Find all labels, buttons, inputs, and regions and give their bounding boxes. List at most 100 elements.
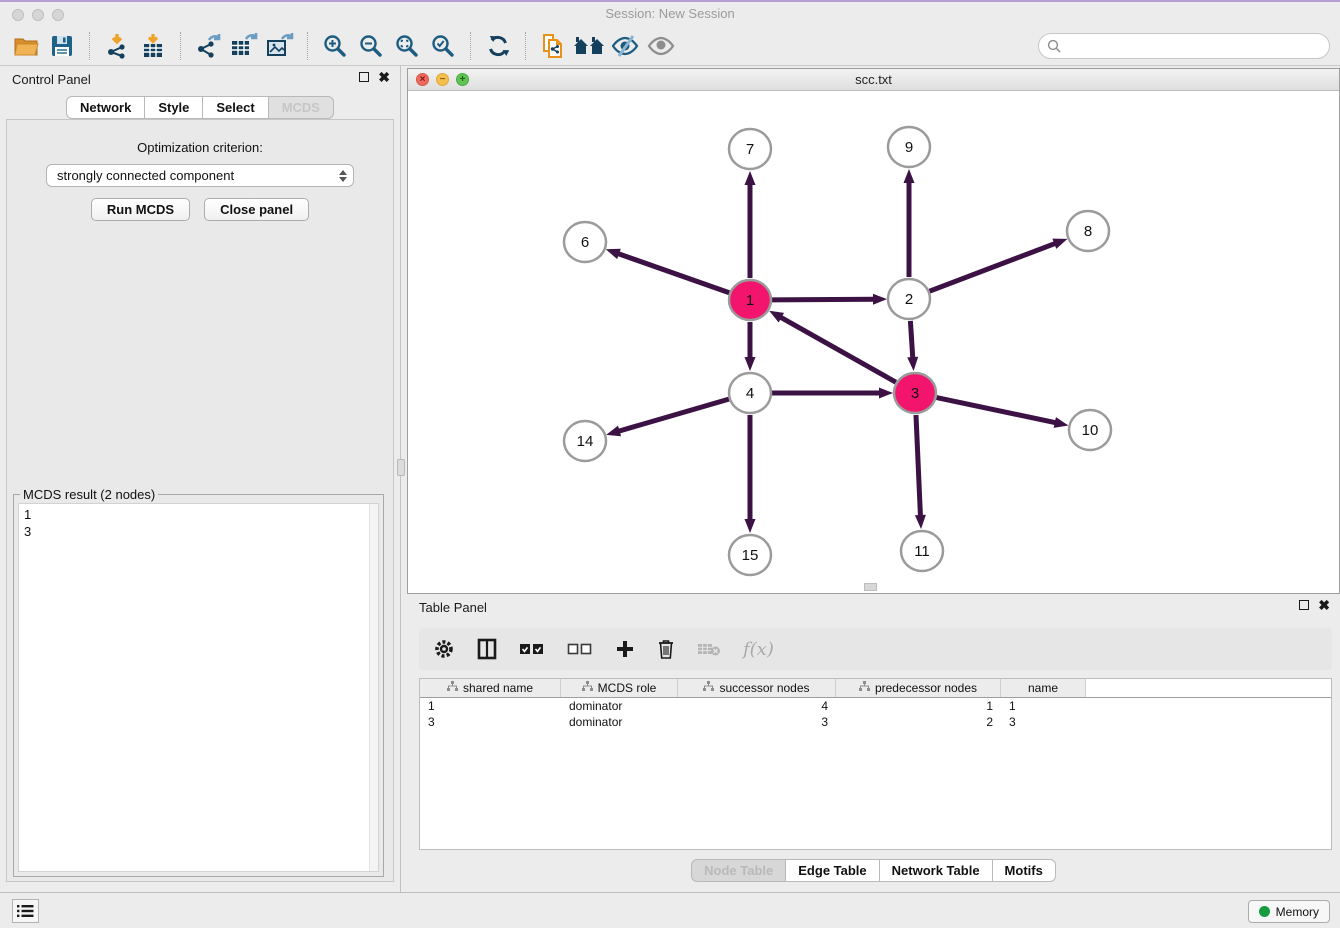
graph-node-label: 11 (914, 543, 930, 560)
save-icon[interactable] (44, 31, 80, 61)
network-window-titlebar[interactable]: × − + scc.txt (408, 69, 1339, 91)
network-resize-grip[interactable] (864, 583, 877, 591)
edge-3-11[interactable] (916, 415, 921, 517)
graph-node-label: 8 (1084, 223, 1092, 240)
mcds-result-text: 1 3 (19, 504, 378, 542)
edge-2-8[interactable] (930, 243, 1057, 291)
export-table-icon[interactable] (226, 31, 262, 61)
edge-3-10[interactable] (937, 398, 1057, 423)
toolbar-separator (89, 32, 90, 60)
edge-1-2[interactable] (772, 299, 875, 300)
tab-network[interactable]: Network (66, 96, 145, 119)
table-cell[interactable]: 3 (1001, 714, 1086, 730)
export-network-icon[interactable] (190, 31, 226, 61)
column-header-name[interactable]: name (1001, 679, 1086, 697)
toolbar-separator (180, 32, 181, 60)
table-cell[interactable]: 2 (836, 714, 1001, 730)
graph-node-label: 2 (905, 291, 913, 308)
function-builder-icon[interactable]: f(x) (743, 634, 774, 664)
table-row[interactable]: 3dominator323 (420, 714, 1331, 730)
table-cell[interactable]: dominator (561, 714, 678, 730)
toolbar-separator (470, 32, 471, 60)
edge-3-1[interactable] (780, 317, 896, 383)
network-close-icon[interactable]: × (416, 73, 429, 86)
open-folder-icon[interactable] (8, 31, 44, 61)
home-view-icon[interactable] (571, 31, 607, 61)
task-history-button[interactable] (12, 899, 39, 923)
network-maximize-icon[interactable]: + (456, 73, 469, 86)
graph-node-label: 14 (577, 433, 594, 450)
table-cell[interactable]: 1 (420, 698, 561, 714)
table-settings-gear-icon[interactable] (433, 634, 455, 664)
zoom-in-icon[interactable] (317, 31, 353, 61)
maximize-window-icon[interactable] (52, 9, 64, 21)
edge-1-6[interactable] (617, 253, 729, 292)
optimization-criterion-label: Optimization criterion: (7, 140, 393, 155)
edge-4-14[interactable] (618, 399, 729, 431)
edge-arrowhead (606, 426, 621, 437)
edge-arrowhead (904, 169, 915, 183)
control-panel: Control Panel ✖ NetworkStyleSelectMCDS O… (0, 66, 401, 892)
export-image-icon[interactable] (262, 31, 298, 61)
network-minimize-icon[interactable]: − (436, 73, 449, 86)
panel-splitter-grip[interactable] (397, 459, 405, 476)
tab-mcds[interactable]: MCDS (269, 96, 334, 119)
tab-style[interactable]: Style (145, 96, 203, 119)
refresh-icon[interactable] (480, 31, 516, 61)
table-cell[interactable]: dominator (561, 698, 678, 714)
search-input[interactable] (1062, 38, 1321, 55)
column-header-predecessor-nodes[interactable]: predecessor nodes (836, 679, 1001, 697)
edge-2-3[interactable] (910, 321, 912, 359)
mcds-tab-content: Optimization criterion: strongly connect… (6, 119, 394, 882)
deselect-all-icon[interactable] (567, 634, 593, 664)
close-table-panel-icon[interactable]: ✖ (1318, 600, 1330, 610)
close-panel-icon[interactable]: ✖ (378, 72, 390, 82)
graph-node-label: 7 (746, 141, 754, 158)
column-header-MCDS-role[interactable]: MCDS role (561, 679, 678, 697)
graph-node-label: 9 (905, 139, 913, 156)
column-header-shared-name[interactable]: shared name (420, 679, 561, 697)
import-table-icon[interactable] (135, 31, 171, 61)
column-header-successor-nodes[interactable]: successor nodes (678, 679, 836, 697)
status-bar: Memory (0, 892, 1340, 928)
show-column-icon[interactable] (477, 634, 497, 664)
tab-edge-table[interactable]: Edge Table (786, 859, 879, 882)
search-field[interactable] (1038, 33, 1330, 59)
window-controls[interactable] (12, 9, 64, 21)
network-graph[interactable]: 7968124314101511 (408, 91, 1339, 593)
node-table: shared nameMCDS rolesuccessor nodesprede… (419, 678, 1332, 850)
memory-button[interactable]: Memory (1248, 900, 1330, 923)
table-cell[interactable]: 3 (420, 714, 561, 730)
zoom-fit-icon[interactable] (389, 31, 425, 61)
select-all-icon[interactable] (519, 634, 545, 664)
table-cell[interactable]: 1 (1001, 698, 1086, 714)
zoom-selected-icon[interactable] (425, 31, 461, 61)
import-network-icon[interactable] (99, 31, 135, 61)
table-cell[interactable]: 1 (836, 698, 1001, 714)
result-scrollbar[interactable] (369, 504, 378, 871)
float-panel-icon[interactable] (359, 72, 369, 82)
network-canvas[interactable]: 7968124314101511 (408, 91, 1339, 593)
tab-motifs[interactable]: Motifs (993, 859, 1056, 882)
minimize-window-icon[interactable] (32, 9, 44, 21)
clone-network-icon[interactable] (535, 31, 571, 61)
close-panel-button[interactable]: Close panel (204, 198, 309, 221)
tab-network-table[interactable]: Network Table (880, 859, 993, 882)
hierarchy-icon (703, 681, 714, 695)
zoom-out-icon[interactable] (353, 31, 389, 61)
table-cell[interactable]: 3 (678, 714, 836, 730)
hide-selected-eye-icon[interactable] (607, 31, 643, 61)
delete-column-trash-icon[interactable] (657, 634, 675, 664)
table-cell[interactable]: 4 (678, 698, 836, 714)
table-row[interactable]: 1dominator411 (420, 698, 1331, 714)
tab-select[interactable]: Select (203, 96, 268, 119)
optimization-criterion-select[interactable]: strongly connected component (46, 164, 354, 187)
tab-node-table[interactable]: Node Table (691, 859, 786, 882)
float-table-panel-icon[interactable] (1299, 600, 1309, 610)
close-window-icon[interactable] (12, 9, 24, 21)
add-column-plus-icon[interactable] (615, 634, 635, 664)
delete-table-icon[interactable] (697, 634, 721, 664)
mcds-result-area[interactable]: 1 3 (18, 503, 379, 872)
run-mcds-button[interactable]: Run MCDS (91, 198, 190, 221)
show-all-eye-icon[interactable] (643, 31, 679, 61)
